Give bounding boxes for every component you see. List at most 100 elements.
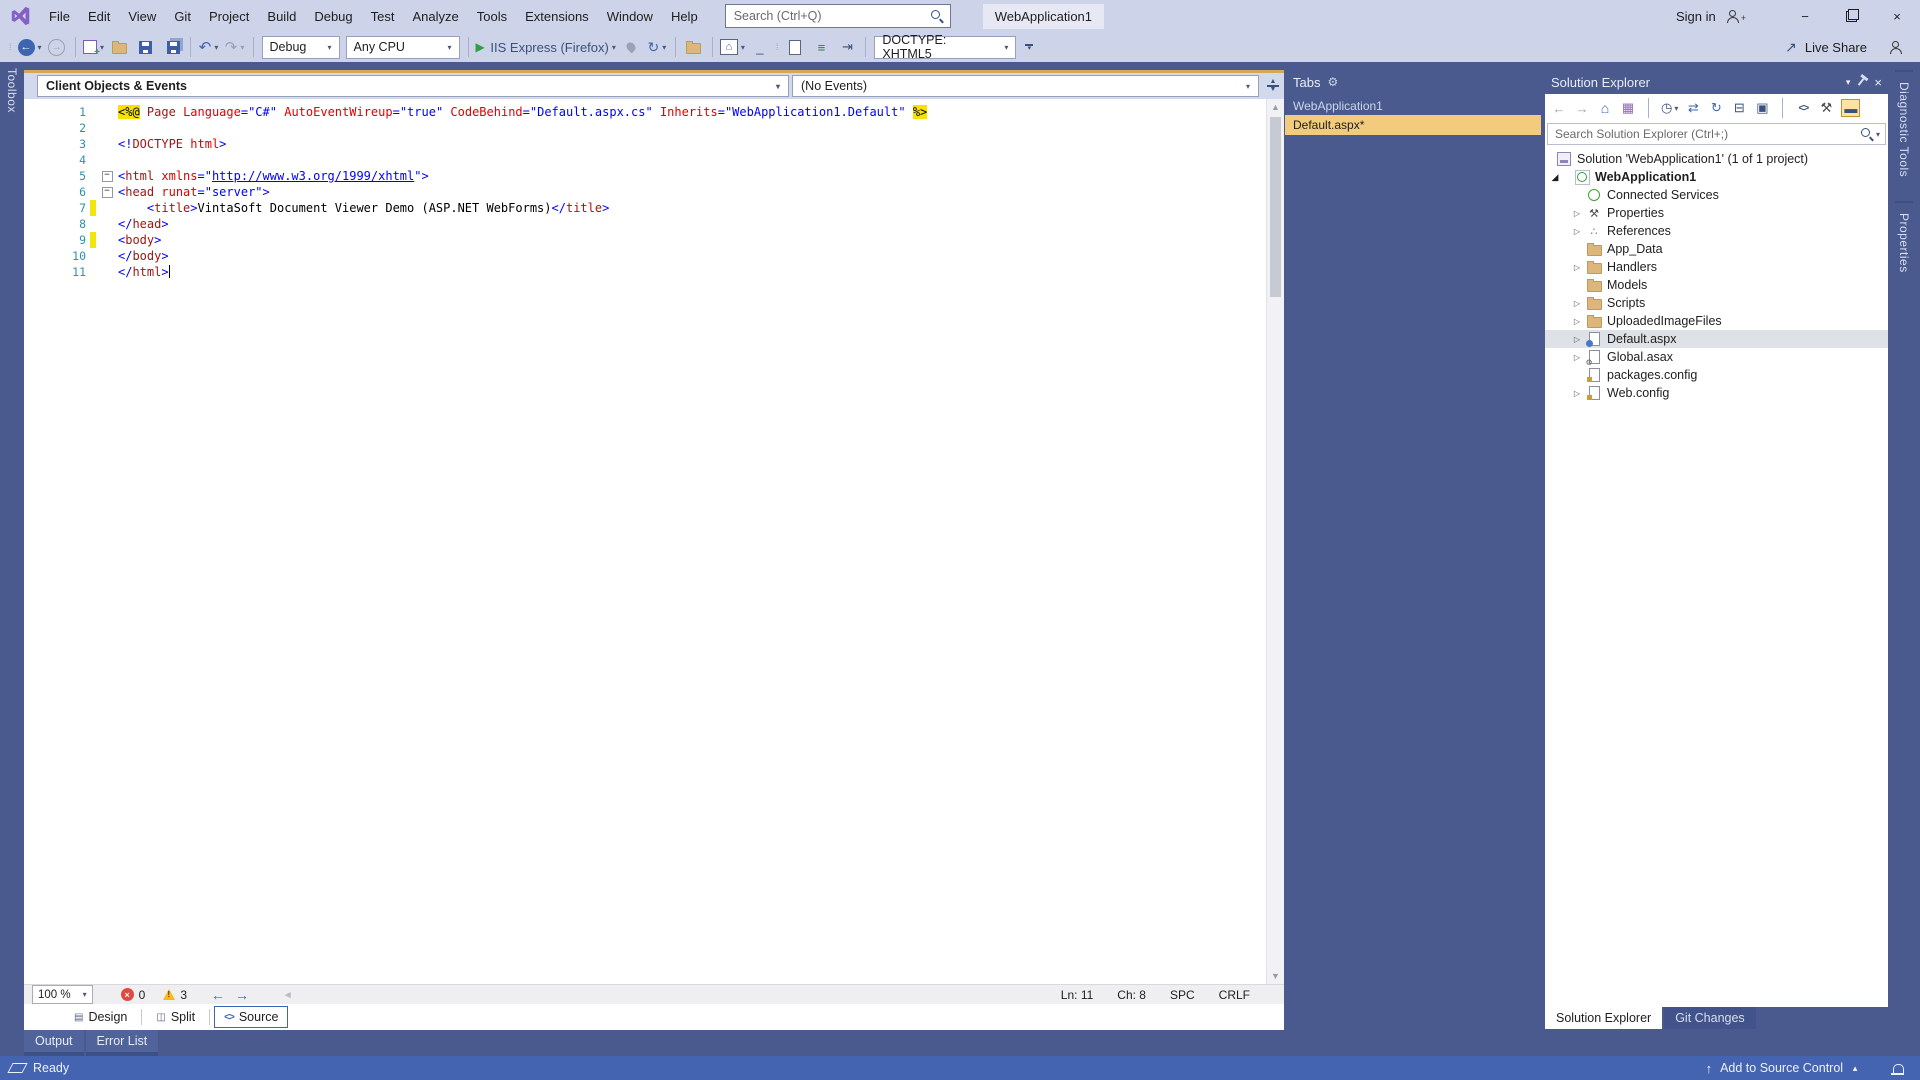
menu-debug[interactable]: Debug [305,0,361,32]
solution-explorer-search-input[interactable] [1553,126,1861,142]
account-icon[interactable] [1726,9,1741,23]
line-indicator[interactable]: Ln: 11 [1061,988,1093,1002]
solution-platform-dropdown[interactable]: Any CPU ▾ [345,35,460,59]
collapse-all-icon[interactable]: ⊟ [1731,99,1747,117]
open-file-button[interactable] [107,35,133,59]
expander-open-icon[interactable]: ◢ [1547,172,1563,183]
expander-closed-icon[interactable]: ▷ [1569,317,1585,326]
sign-in-button[interactable]: Sign in [1676,9,1716,24]
tab-solution-explorer[interactable]: Solution Explorer [1545,1007,1663,1029]
refresh-icon[interactable]: ↻ [1708,99,1724,117]
chevron-down-icon[interactable]: ▾ [1846,77,1851,88]
pending-changes-filter-button[interactable]: ◷ ▾ [1661,99,1678,117]
menu-help[interactable]: Help [662,0,707,32]
menu-git[interactable]: Git [165,0,200,32]
back-button[interactable]: ← [1551,99,1567,117]
code-text[interactable]: <title>VintaSoft Document Viewer Demo (A… [118,200,1284,216]
tab-source[interactable]: <> Source [214,1006,289,1028]
redo-button[interactable]: ↷ ▾ [222,35,248,59]
tree-item-global-asax[interactable]: ▷ Global.asax [1545,348,1888,367]
code-text[interactable]: </body> [118,248,1284,264]
menu-build[interactable]: Build [258,0,305,32]
menu-extensions[interactable]: Extensions [516,0,598,32]
zoom-dropdown[interactable]: 100 % ▾ [32,985,93,1004]
navigate-back-button[interactable]: ← ▾ [16,35,44,59]
code-area[interactable]: 1 <%@ Page Language="C#" AutoEventWireup=… [24,99,1284,984]
undo-button[interactable]: ↶ ▾ [196,35,222,59]
menu-project[interactable]: Project [200,0,258,32]
hot-reload-button[interactable] [618,35,644,59]
chevron-up-icon[interactable]: ▲ [1851,1064,1859,1073]
preview-selected-items-toggle[interactable]: ▬ [1841,99,1861,117]
restore-button[interactable] [1828,0,1874,32]
tab-output[interactable]: Output [24,1030,84,1057]
tree-item-handlers[interactable]: ▷ Handlers [1545,258,1888,276]
quick-search-box[interactable] [724,4,951,28]
tree-item-default-aspx[interactable]: ▷ Default.aspx [1545,330,1888,348]
tab-properties[interactable]: Properties [1895,201,1913,283]
start-debugging-button[interactable]: ▶ IIS Express (Firefox) ▾ [474,35,618,59]
browser-link-button[interactable]: ⌂ ▾ [718,35,747,59]
expander-closed-icon[interactable]: ▷ [1569,263,1585,272]
view-code-icon[interactable]: <> [1795,99,1811,117]
fold-margin[interactable]: − [96,168,118,184]
minimize-button[interactable]: − [1782,0,1828,32]
sync-with-active-document-icon[interactable]: ⇄ [1685,99,1701,117]
tree-item-webapplication1[interactable]: ◢ WebApplication1 [1545,168,1888,186]
code-text[interactable]: </head> [118,216,1284,232]
scroll-down-icon[interactable]: ▼ [1271,968,1280,984]
tree-item-models[interactable]: Models [1545,276,1888,294]
close-icon[interactable]: × [1874,75,1882,90]
format-indent-button[interactable]: ⇥ [834,35,860,59]
tree-item-properties[interactable]: ▷ ⚒ Properties [1545,204,1888,222]
expander-closed-icon[interactable]: ▷ [1569,209,1585,218]
collapse-region-icon[interactable]: − [101,186,113,198]
new-project-button[interactable]: ▾ [81,35,107,59]
toolbar-grip[interactable]: ⁞ [9,42,13,52]
format-list-button[interactable]: ≡ [808,35,834,59]
menu-edit[interactable]: Edit [79,0,119,32]
doctype-dropdown[interactable]: DOCTYPE: XHTML5 ▾ [874,33,1017,61]
tree-item-app-data[interactable]: App_Data [1545,240,1888,258]
expander-closed-icon[interactable]: ▷ [1569,389,1585,398]
solution-explorer-header[interactable]: Solution Explorer ▾ × [1545,70,1888,94]
pin-icon[interactable] [1858,78,1865,86]
navigate-backward-icon[interactable]: ← [211,987,225,1003]
code-text[interactable]: <html xmlns="http://www.w3.org/1999/xhtm… [118,168,1284,184]
tree-item-uploadedimagefiles[interactable]: ▷ UploadedImageFiles [1545,312,1888,330]
scrollbar-thumb[interactable] [1270,117,1281,297]
tabs-panel-header[interactable]: Tabs ⚙ [1285,70,1541,94]
feedback-icon[interactable] [1889,40,1904,54]
code-text[interactable] [118,120,1284,136]
code-text[interactable]: <%@ Page Language="C#" AutoEventWireup="… [118,104,1284,120]
tree-item-web-config[interactable]: ▷ Web.config [1545,384,1888,402]
tab-diagnostic-tools[interactable]: Diagnostic Tools [1895,70,1913,187]
live-share-button[interactable]: Live Share [1805,40,1867,55]
gear-icon[interactable]: ⚙ [1327,75,1338,89]
navigate-forward-button[interactable]: → [44,35,70,59]
show-all-files-icon[interactable]: ▣ [1754,99,1770,117]
save-all-button[interactable] [159,35,185,59]
column-indicator[interactable]: Ch: 8 [1117,988,1146,1002]
tree-item-references[interactable]: ▷ ∴ References [1545,222,1888,240]
code-text[interactable] [118,152,1284,168]
tab-design[interactable]: ▤ Design [64,1006,137,1028]
expander-closed-icon[interactable]: ▷ [1569,227,1585,236]
hscroll-left-icon[interactable]: ◂ [285,988,291,1001]
code-text[interactable]: </html> [118,264,1284,280]
tree-item-scripts[interactable]: ▷ Scripts [1545,294,1888,312]
code-text[interactable]: <body> [118,232,1284,248]
menu-tools[interactable]: Tools [468,0,516,32]
toolbar-grip[interactable]: ⁞ [776,42,780,52]
tree-item-solution-webapplication1-1-of-1-project[interactable]: Solution 'WebApplication1' (1 of 1 proje… [1545,150,1888,168]
members-dropdown[interactable]: (No Events) ▾ [792,75,1259,97]
restart-button[interactable]: ↻ ▾ [644,35,670,59]
close-button[interactable]: × [1874,0,1920,32]
menu-analyze[interactable]: Analyze [403,0,467,32]
search-icon[interactable] [930,9,944,23]
document-outline-button[interactable] [782,35,808,59]
tab-git-changes[interactable]: Git Changes [1664,1007,1756,1029]
tree-item-connected-services[interactable]: Connected Services [1545,186,1888,204]
tab-error-list[interactable]: Error List [85,1030,159,1057]
vertical-scrollbar[interactable]: ▲ ▼ [1266,99,1284,984]
